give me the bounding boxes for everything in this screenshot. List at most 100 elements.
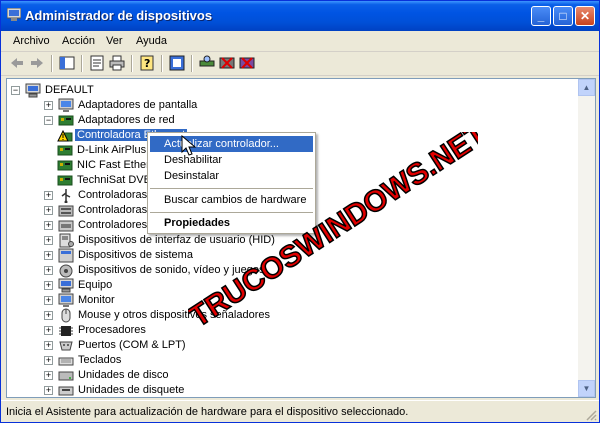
tree-item-label: Adaptadores de red	[78, 114, 175, 126]
tree-row[interactable]: + Procesadores	[7, 323, 567, 338]
svg-text:?: ?	[144, 57, 150, 70]
expand-icon[interactable]: +	[44, 191, 53, 200]
maximize-button[interactable]: □	[553, 6, 573, 26]
expand-icon[interactable]: +	[44, 341, 53, 350]
tree-row[interactable]: + Dispositivos de sonido, vídeo y juegos	[7, 263, 567, 278]
close-icon: ✕	[579, 9, 591, 23]
tree-item-label: DEFAULT	[45, 84, 94, 96]
resize-grip-icon[interactable]	[585, 409, 597, 421]
maximize-icon: □	[559, 9, 567, 23]
expand-icon[interactable]: +	[44, 326, 53, 335]
network-card-icon	[57, 145, 73, 156]
title-bar[interactable]: Administrador de dispositivos _ □ ✕	[1, 1, 599, 31]
tree-item-label: NIC Fast Ether	[77, 159, 150, 171]
menu-item-scan-hardware[interactable]: Buscar cambios de hardware	[150, 192, 313, 208]
help-icon[interactable]: ?	[139, 55, 155, 71]
tree-item-label: D-Link AirPlus	[77, 144, 147, 156]
window-title: Administrador de dispositivos	[25, 8, 213, 23]
tree-item-label: Unidades de disquete	[78, 384, 185, 396]
tree-row[interactable]: + Unidades de disquete	[7, 383, 567, 397]
toolbar-separator	[161, 55, 163, 72]
tree-row[interactable]: + Unidades de disco	[7, 368, 567, 383]
menu-item-update-driver[interactable]: Actualizar controlador...	[150, 136, 313, 152]
tree-item-label: Adaptadores de pantalla	[78, 99, 198, 111]
tree-row[interactable]: + Dispositivos de interfaz de usuario (HI…	[7, 233, 567, 248]
collapse-icon[interactable]: −	[11, 86, 20, 95]
toolbar-separator	[51, 55, 53, 72]
collapse-icon[interactable]: −	[44, 116, 53, 125]
expand-icon[interactable]: +	[44, 251, 53, 260]
tree-row[interactable]: + Puertos (COM & LPT)	[7, 338, 567, 353]
monitor-icon	[58, 293, 74, 307]
expand-icon[interactable]: +	[44, 206, 53, 215]
tree-row[interactable]: + Dispositivos de sistema	[7, 248, 567, 263]
tree-row[interactable]: + Teclados	[7, 353, 567, 368]
mouse-cursor-icon	[181, 135, 197, 156]
status-bar: Inicia el Asistente para actualización d…	[1, 400, 599, 422]
tree-item-label: Equipo	[78, 279, 113, 291]
expand-icon[interactable]: +	[44, 101, 53, 110]
disable-icon[interactable]	[239, 55, 255, 71]
menu-accion[interactable]: Acción	[62, 35, 95, 47]
expand-icon[interactable]: +	[44, 281, 53, 290]
device-manager-window: Administrador de dispositivos _ □ ✕ Arch…	[0, 0, 600, 423]
network-card-icon	[58, 115, 74, 126]
menu-item-disable[interactable]: Deshabilitar	[150, 152, 313, 168]
warning-device-icon	[57, 129, 73, 142]
tree-row[interactable]: + Equipo	[7, 278, 567, 293]
scroll-up-button[interactable]: ▲	[578, 79, 595, 96]
tree-item-label: Dispositivos de interfaz de usuario (HID…	[78, 234, 275, 246]
toolbar: ?	[1, 52, 599, 76]
tree-item-label: Monitor	[78, 294, 115, 306]
menu-ayuda[interactable]: Ayuda	[136, 35, 167, 47]
minimize-button[interactable]: _	[531, 6, 551, 26]
tree-item-label: Teclados	[78, 354, 122, 366]
context-menu: Actualizar controlador... Deshabilitar D…	[147, 132, 316, 234]
status-text: Inicia el Asistente para actualización d…	[6, 406, 409, 418]
back-icon[interactable]	[9, 55, 25, 71]
scan-hardware-icon[interactable]	[199, 55, 215, 71]
menu-item-properties[interactable]: Propiedades	[150, 215, 313, 231]
menu-separator	[150, 212, 313, 213]
tree-item-label: Unidades de disco	[78, 369, 169, 381]
expand-icon[interactable]: +	[44, 311, 53, 320]
forward-icon[interactable]	[29, 55, 45, 71]
properties-icon[interactable]	[89, 55, 105, 71]
device-tree-pane[interactable]: − DEFAULT + Adaptadores de pantalla − Adaptad…	[6, 78, 596, 398]
menu-archivo[interactable]: Archivo	[13, 35, 50, 47]
scroll-down-button[interactable]: ▼	[578, 380, 595, 397]
print-icon[interactable]	[109, 55, 125, 71]
floppy-icon	[58, 386, 74, 396]
expand-icon[interactable]: +	[44, 386, 53, 395]
close-button[interactable]: ✕	[575, 6, 595, 26]
menu-ver[interactable]: Ver	[106, 35, 123, 47]
expand-icon[interactable]: +	[44, 371, 53, 380]
tree-item-label: Puertos (COM & LPT)	[78, 339, 186, 351]
mouse-icon	[61, 308, 71, 323]
network-card-icon	[57, 175, 73, 186]
keyboard-icon	[58, 357, 74, 366]
tree-row[interactable]: + Monitor	[7, 293, 567, 308]
tree-item-label: TechniSat DVB	[77, 174, 151, 186]
update-driver-icon[interactable]	[169, 55, 185, 71]
menu-item-uninstall[interactable]: Desinstalar	[150, 168, 313, 184]
toolbar-separator	[81, 55, 83, 72]
expand-icon[interactable]: +	[44, 356, 53, 365]
expand-icon[interactable]: +	[44, 236, 53, 245]
tree-row[interactable]: − DEFAULT	[7, 83, 567, 98]
minimize-icon: _	[537, 9, 545, 23]
expand-icon[interactable]: +	[44, 221, 53, 230]
tree-row[interactable]: + Mouse y otros dispositivos señaladores	[7, 308, 567, 323]
computer-icon	[58, 278, 74, 293]
tree-item-label: Procesadores	[78, 324, 146, 336]
system-icon	[58, 248, 74, 263]
vertical-scrollbar[interactable]: ▲ ▼	[578, 79, 595, 397]
expand-icon[interactable]: +	[44, 266, 53, 275]
tree-row[interactable]: − Adaptadores de red	[7, 113, 567, 128]
port-icon	[59, 341, 73, 351]
expand-icon[interactable]: +	[44, 296, 53, 305]
sound-icon	[59, 264, 73, 278]
tree-row[interactable]: + Adaptadores de pantalla	[7, 98, 567, 113]
console-tree-icon[interactable]	[59, 55, 75, 71]
uninstall-icon[interactable]	[219, 55, 235, 71]
